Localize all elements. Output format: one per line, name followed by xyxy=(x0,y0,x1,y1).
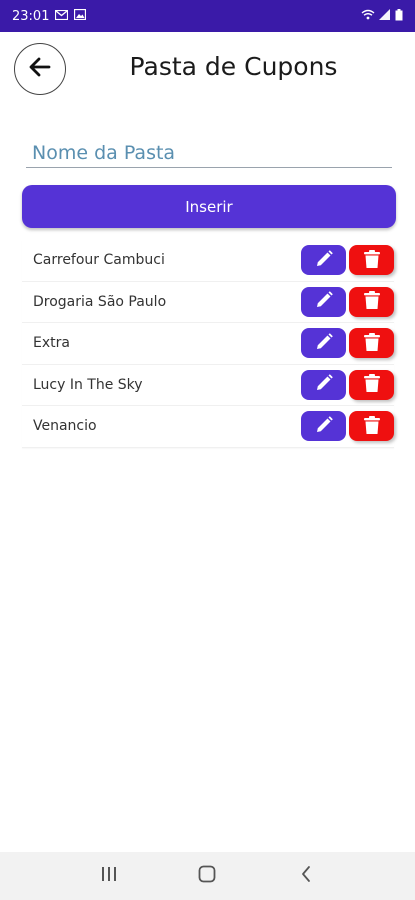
trash-icon xyxy=(363,373,381,396)
trash-icon xyxy=(363,415,381,438)
delete-button[interactable] xyxy=(349,286,394,317)
status-left: 23:01 xyxy=(12,8,87,24)
edit-button[interactable] xyxy=(301,328,346,359)
pencil-icon xyxy=(314,332,334,355)
folder-list: Carrefour Cambuci Drogaria São Paulo Ext… xyxy=(22,240,394,448)
status-bar: 23:01 xyxy=(0,0,415,32)
folder-name-input[interactable] xyxy=(26,138,392,168)
edit-button[interactable] xyxy=(301,411,346,442)
pencil-icon xyxy=(314,290,334,313)
home-button[interactable] xyxy=(187,861,227,891)
pencil-icon xyxy=(314,249,334,272)
battery-icon xyxy=(395,8,403,24)
list-item: Carrefour Cambuci xyxy=(22,240,394,282)
delete-button[interactable] xyxy=(349,369,394,400)
list-item: Drogaria São Paulo xyxy=(22,281,394,323)
signal-icon xyxy=(379,9,391,23)
trash-icon xyxy=(363,249,381,272)
folder-name: Drogaria São Paulo xyxy=(33,293,167,310)
list-item: Lucy In The Sky xyxy=(22,364,394,406)
page-title: Pasta de Cupons xyxy=(129,52,338,81)
folder-name: Extra xyxy=(33,335,70,352)
edit-button[interactable] xyxy=(301,245,346,276)
recent-apps-icon xyxy=(101,866,117,887)
gmail-icon xyxy=(55,9,69,23)
folder-name: Carrefour Cambuci xyxy=(33,252,165,269)
image-icon xyxy=(74,8,87,23)
back-nav-button[interactable] xyxy=(286,861,326,891)
folder-name: Venancio xyxy=(33,418,97,435)
header: Pasta de Cupons xyxy=(0,32,415,108)
delete-button[interactable] xyxy=(349,328,394,359)
delete-button[interactable] xyxy=(349,245,394,276)
home-icon xyxy=(198,865,216,888)
pencil-icon xyxy=(314,415,334,438)
delete-button[interactable] xyxy=(349,411,394,442)
wifi-icon xyxy=(361,9,375,23)
list-item: Extra xyxy=(22,323,394,365)
list-item: Venancio xyxy=(22,406,394,448)
back-nav-icon xyxy=(300,865,312,888)
edit-button[interactable] xyxy=(301,369,346,400)
edit-button[interactable] xyxy=(301,286,346,317)
insert-button[interactable]: Inserir xyxy=(22,185,396,228)
folder-name: Lucy In The Sky xyxy=(33,376,143,393)
trash-icon xyxy=(363,332,381,355)
trash-icon xyxy=(363,290,381,313)
recent-apps-button[interactable] xyxy=(89,861,129,891)
status-right xyxy=(361,8,403,24)
system-nav-bar xyxy=(0,852,415,900)
pencil-icon xyxy=(314,373,334,396)
status-time: 23:01 xyxy=(12,8,50,24)
